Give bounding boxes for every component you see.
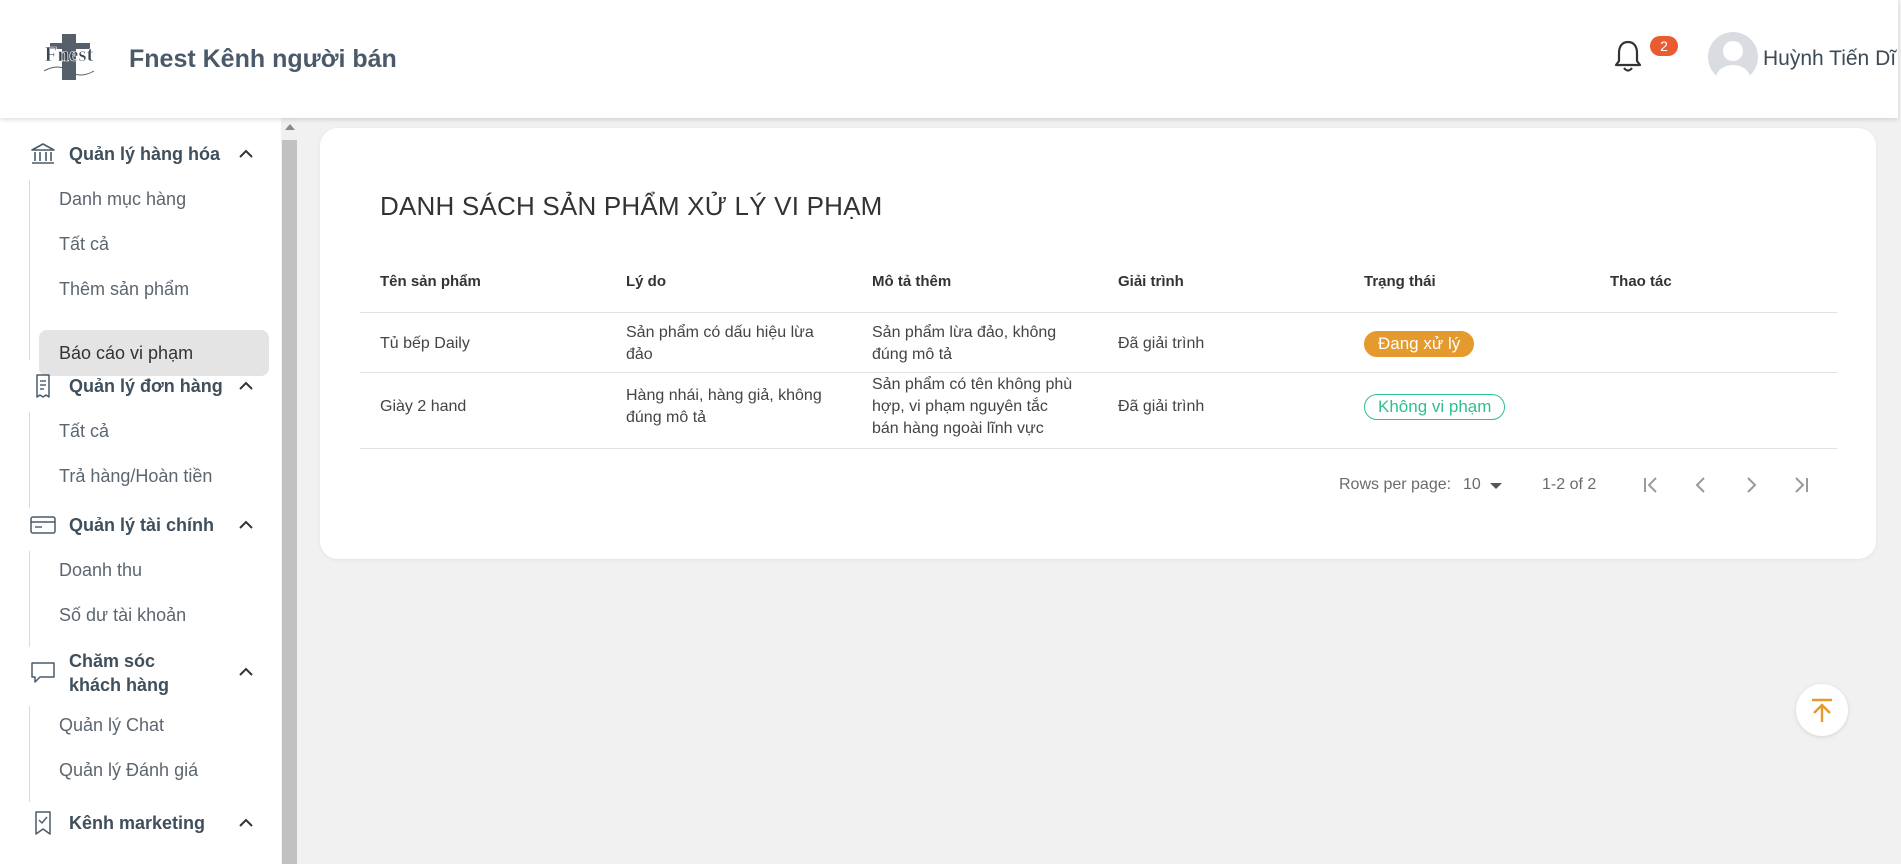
status-badge: Đang xử lý bbox=[1364, 331, 1475, 357]
sidebar-group-label: Quản lý hàng hóa bbox=[69, 144, 221, 164]
sidebar-item-all-products[interactable]: Tất cả bbox=[39, 221, 269, 267]
chevron-up-icon[interactable] bbox=[238, 520, 254, 530]
first-page-icon[interactable] bbox=[1636, 470, 1666, 500]
sidebar-item-chat-management[interactable]: Quản lý Chat bbox=[39, 702, 269, 748]
page-title: DANH SÁCH SẢN PHẨM XỬ LÝ VI PHẠM bbox=[380, 191, 883, 221]
cell-reason-line: Sản phẩm có dấu hiệu lừa bbox=[626, 324, 814, 341]
user-name[interactable]: Huỳnh Tiến Dĩ bbox=[1763, 47, 1896, 71]
tree-line bbox=[29, 180, 30, 360]
sidebar-group-header-customer-care[interactable]: Chăm sóc khách hàng bbox=[0, 644, 281, 700]
scroll-to-top-button[interactable] bbox=[1796, 684, 1848, 736]
bookmark-icon bbox=[35, 811, 51, 835]
bell-icon[interactable] bbox=[1612, 38, 1644, 74]
last-page-icon[interactable] bbox=[1786, 470, 1816, 500]
pagination-range: 1-2 of 2 bbox=[1542, 476, 1597, 493]
sidebar-group-header-orders[interactable]: Quản lý đơn hàng bbox=[0, 366, 281, 406]
cell-reason-line: đảo bbox=[626, 346, 653, 363]
scroll-up-arrow-icon[interactable] bbox=[285, 124, 295, 130]
sidebar-group-label: Quản lý đơn hàng bbox=[69, 376, 223, 396]
sidebar-item-add-product[interactable]: Thêm sản phẩm bbox=[39, 266, 269, 312]
receipt-icon bbox=[36, 374, 50, 398]
tree-line bbox=[29, 412, 30, 508]
cell-reason-line: Hàng nhái, hàng giả, không bbox=[626, 387, 822, 404]
cell-product-name: Tủ bếp Daily bbox=[380, 335, 470, 352]
column-header-description: Mô tả thêm bbox=[872, 273, 952, 290]
sidebar-group-label: Chăm sóc bbox=[69, 651, 156, 671]
tree-line bbox=[29, 706, 30, 802]
sidebar-item-returns-refunds[interactable]: Trả hàng/Hoàn tiền bbox=[39, 453, 269, 499]
status-badge: Không vi phạm bbox=[1364, 394, 1506, 420]
cell-description: Sản phẩm có tên không phù hợp, vi phạm n… bbox=[872, 374, 1072, 440]
column-header-explanation: Giải trình bbox=[1118, 273, 1184, 290]
table-divider bbox=[360, 448, 1837, 449]
cell-reason: Hàng nhái, hàng giả, không đúng mô tả bbox=[626, 385, 822, 429]
sidebar-group-label: khách hàng bbox=[69, 675, 170, 695]
sidebar-group-header-products[interactable]: Quản lý hàng hóa bbox=[0, 134, 281, 174]
sidebar-group-header-marketing[interactable]: Kênh marketing bbox=[0, 803, 281, 843]
cell-description: Sản phẩm lừa đảo, không đúng mô tả bbox=[872, 322, 1056, 366]
violations-card: DANH SÁCH SẢN PHẨM XỬ LÝ VI PHẠM Tên sản… bbox=[320, 128, 1876, 559]
cell-description-line: hợp, vi phạm nguyên tắc bbox=[872, 398, 1048, 415]
top-header: Fnest Fnest Kênh người bán 2 Huỳnh Tiến … bbox=[0, 0, 1898, 118]
chevron-left-icon[interactable] bbox=[1686, 470, 1716, 500]
chevron-down-icon[interactable] bbox=[1490, 483, 1502, 489]
column-header-product-name: Tên sản phẩm bbox=[380, 273, 481, 290]
notification-badge: 2 bbox=[1650, 36, 1678, 56]
chevron-up-icon[interactable] bbox=[238, 149, 254, 159]
column-header-status: Trạng thái bbox=[1364, 273, 1436, 290]
cell-description-line: bán hàng ngoài lĩnh vực bbox=[872, 420, 1044, 437]
sidebar: Quản lý hàng hóa Danh mục hàng Tất cả Th… bbox=[0, 118, 281, 864]
cell-explanation: Đã giải trình bbox=[1118, 335, 1205, 352]
chevron-up-icon[interactable] bbox=[238, 667, 254, 677]
table-divider bbox=[360, 372, 1837, 373]
sidebar-item-all-orders[interactable]: Tất cả bbox=[39, 408, 269, 454]
cell-description-line: Sản phẩm lừa đảo, không bbox=[872, 324, 1057, 341]
tree-line bbox=[29, 551, 30, 647]
chevron-right-icon[interactable] bbox=[1736, 470, 1766, 500]
sidebar-item-review-management[interactable]: Quản lý Đánh giá bbox=[39, 747, 269, 793]
cell-description-line: Sản phẩm có tên không phù bbox=[872, 376, 1073, 393]
sidebar-group-header-finance[interactable]: Quản lý tài chính bbox=[0, 505, 281, 545]
svg-text:Fnest: Fnest bbox=[45, 42, 94, 66]
avatar[interactable] bbox=[1708, 32, 1758, 82]
fnest-logo[interactable]: Fnest bbox=[38, 31, 100, 87]
sidebar-item-account-balance[interactable]: Số dư tài khoản bbox=[39, 592, 269, 638]
cell-product-name: Giày 2 hand bbox=[380, 398, 467, 415]
cell-explanation: Đã giải trình bbox=[1118, 398, 1205, 415]
table-divider bbox=[360, 312, 1837, 313]
chevron-up-icon[interactable] bbox=[238, 381, 254, 391]
column-header-actions: Thao tác bbox=[1610, 273, 1672, 290]
chat-icon bbox=[31, 662, 55, 683]
rows-per-page-label: Rows per page: bbox=[1339, 476, 1452, 493]
sidebar-group-label: Quản lý tài chính bbox=[69, 515, 215, 535]
bank-icon bbox=[31, 143, 55, 164]
brand-title: Fnest Kênh người bán bbox=[129, 45, 397, 73]
sidebar-item-revenue[interactable]: Doanh thu bbox=[39, 547, 269, 593]
chevron-up-icon[interactable] bbox=[238, 818, 254, 828]
arrow-up-to-top-icon bbox=[1812, 698, 1832, 722]
sidebar-scroll-thumb[interactable] bbox=[282, 140, 297, 864]
column-header-reason: Lý do bbox=[626, 273, 666, 290]
card-icon bbox=[30, 516, 56, 534]
cell-reason-line: đúng mô tả bbox=[626, 409, 707, 426]
sidebar-group-label: Kênh marketing bbox=[69, 813, 206, 833]
cell-reason: Sản phẩm có dấu hiệu lừa đảo bbox=[626, 322, 814, 366]
sidebar-item-categories[interactable]: Danh mục hàng bbox=[39, 176, 269, 222]
cell-description-line: đúng mô tả bbox=[872, 346, 953, 363]
